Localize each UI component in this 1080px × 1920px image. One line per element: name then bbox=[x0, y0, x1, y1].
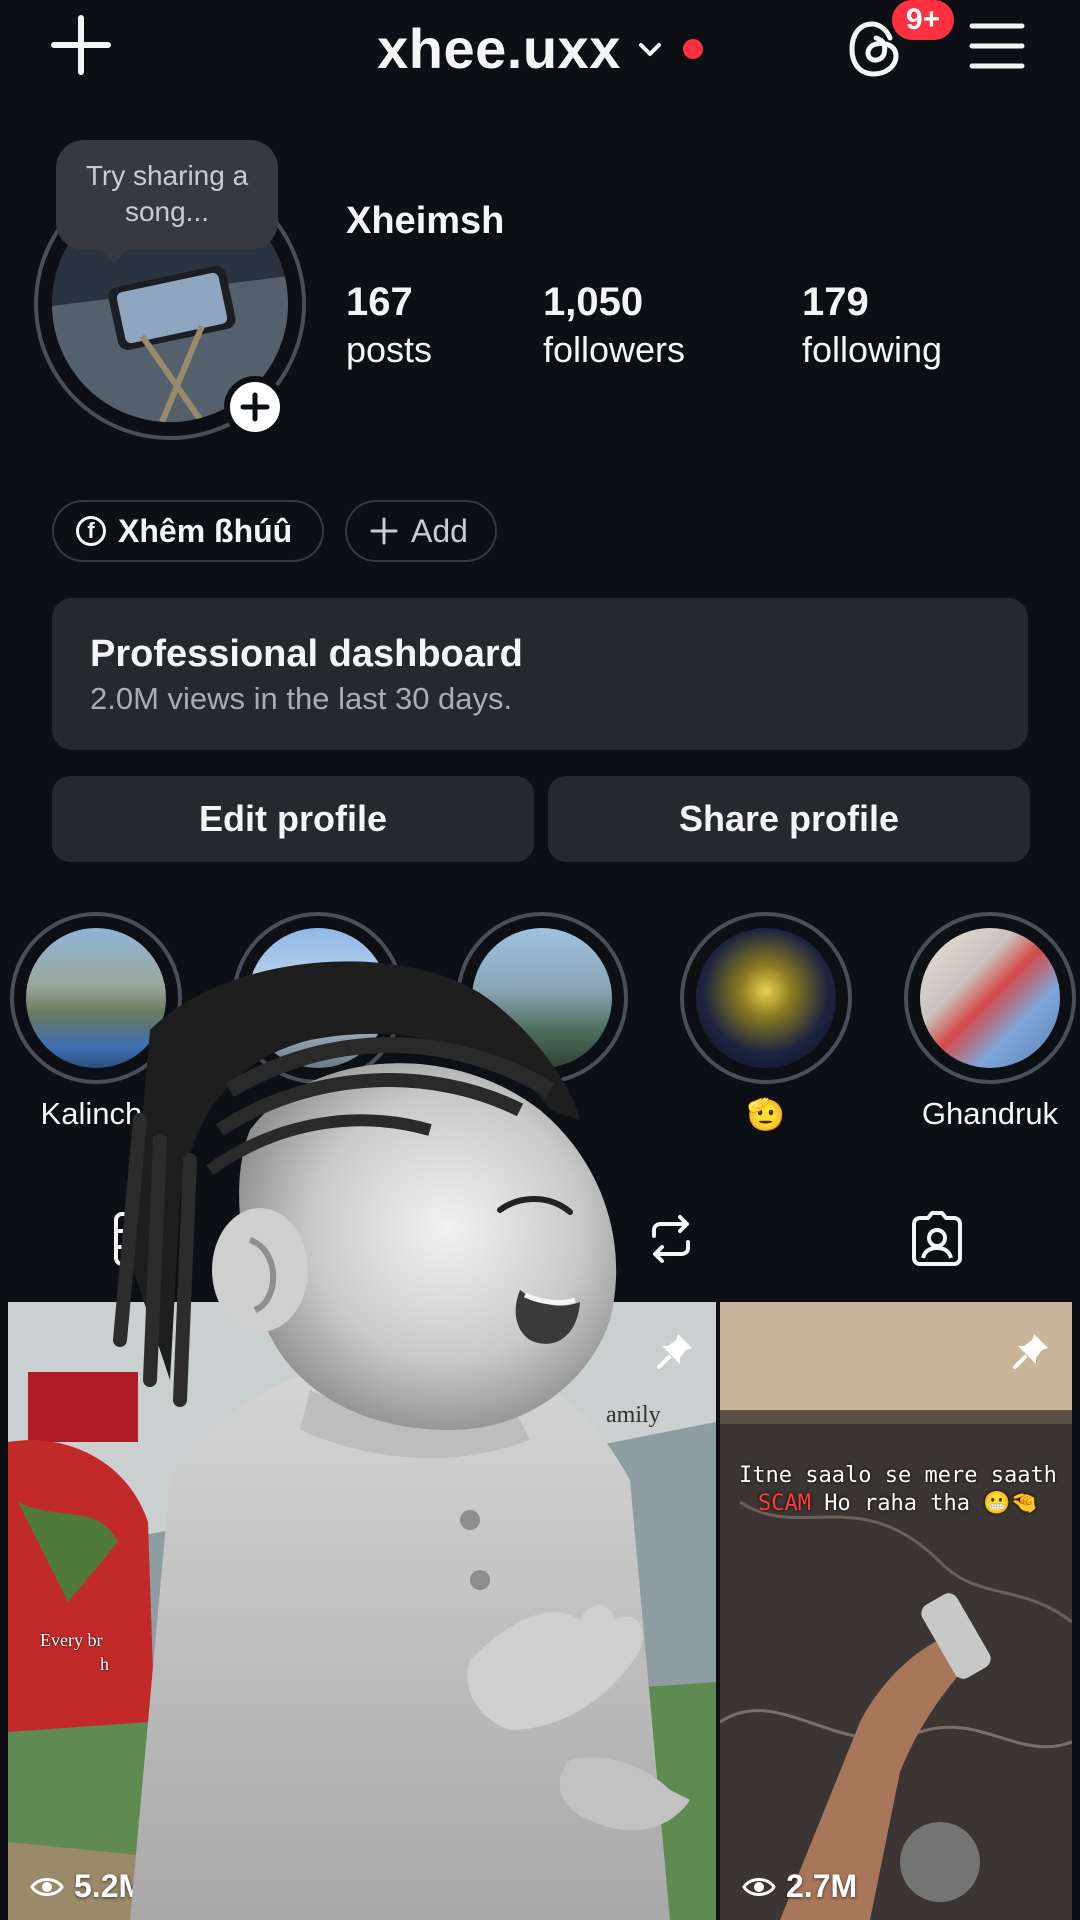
post-caption-fragment: Every br bbox=[40, 1630, 103, 1650]
following-label: following bbox=[802, 329, 943, 370]
professional-dashboard-card[interactable]: Professional dashboard 2.0M views in the… bbox=[52, 598, 1028, 750]
edit-profile-button[interactable]: Edit profile bbox=[52, 776, 534, 862]
share-profile-button[interactable]: Share profile bbox=[548, 776, 1030, 862]
chevron-down-icon bbox=[638, 42, 661, 56]
facebook-icon: f bbox=[76, 516, 106, 546]
tagged-tab-icon[interactable] bbox=[906, 1208, 968, 1270]
add-story-button[interactable] bbox=[224, 376, 286, 438]
stat-followers[interactable]: 1,050 followers bbox=[543, 278, 685, 374]
dashboard-title: Professional dashboard bbox=[90, 633, 523, 675]
song-prompt-bubble[interactable]: Try sharing a song... bbox=[56, 140, 278, 250]
display-name: Xheimsh bbox=[346, 200, 505, 242]
username: xhee.uxx bbox=[377, 17, 621, 80]
dashboard-subtitle: 2.0M views in the last 30 days. bbox=[90, 681, 513, 716]
facebook-link-label: Xhêm ßhúû bbox=[118, 512, 293, 549]
post-caption-text: Ho raha tha 😬🤏 bbox=[811, 1491, 1038, 1516]
notification-badge: 9+ bbox=[892, 0, 954, 40]
unread-dot bbox=[682, 38, 703, 59]
song-bubble-tail bbox=[96, 244, 132, 264]
highlight-label: Ghandruk bbox=[921, 1096, 1059, 1131]
post-caption-fragment: h bbox=[100, 1654, 109, 1674]
eye-icon bbox=[30, 1877, 64, 1896]
add-link-label: Add bbox=[411, 512, 468, 549]
highlight-thumbnail-ghandruk bbox=[920, 928, 1060, 1068]
posts-count: 167 bbox=[346, 280, 413, 324]
menu-icon[interactable] bbox=[968, 20, 1026, 72]
followers-count: 1,050 bbox=[543, 280, 644, 324]
plus-icon bbox=[240, 392, 270, 422]
plus-icon bbox=[370, 517, 398, 545]
following-count: 179 bbox=[802, 280, 869, 324]
facebook-link-chip[interactable]: f Xhêm ßhúû bbox=[52, 500, 324, 562]
add-link-chip[interactable]: Add bbox=[345, 500, 497, 562]
followers-label: followers bbox=[543, 329, 686, 370]
song-prompt-text: Try sharing a song... bbox=[85, 160, 249, 227]
posts-label: posts bbox=[346, 329, 433, 370]
pin-icon bbox=[1013, 1334, 1048, 1369]
stat-posts[interactable]: 167 posts bbox=[346, 278, 432, 374]
laughing-baby-sticker bbox=[113, 961, 690, 1920]
stat-following[interactable]: 179 following bbox=[802, 278, 942, 374]
